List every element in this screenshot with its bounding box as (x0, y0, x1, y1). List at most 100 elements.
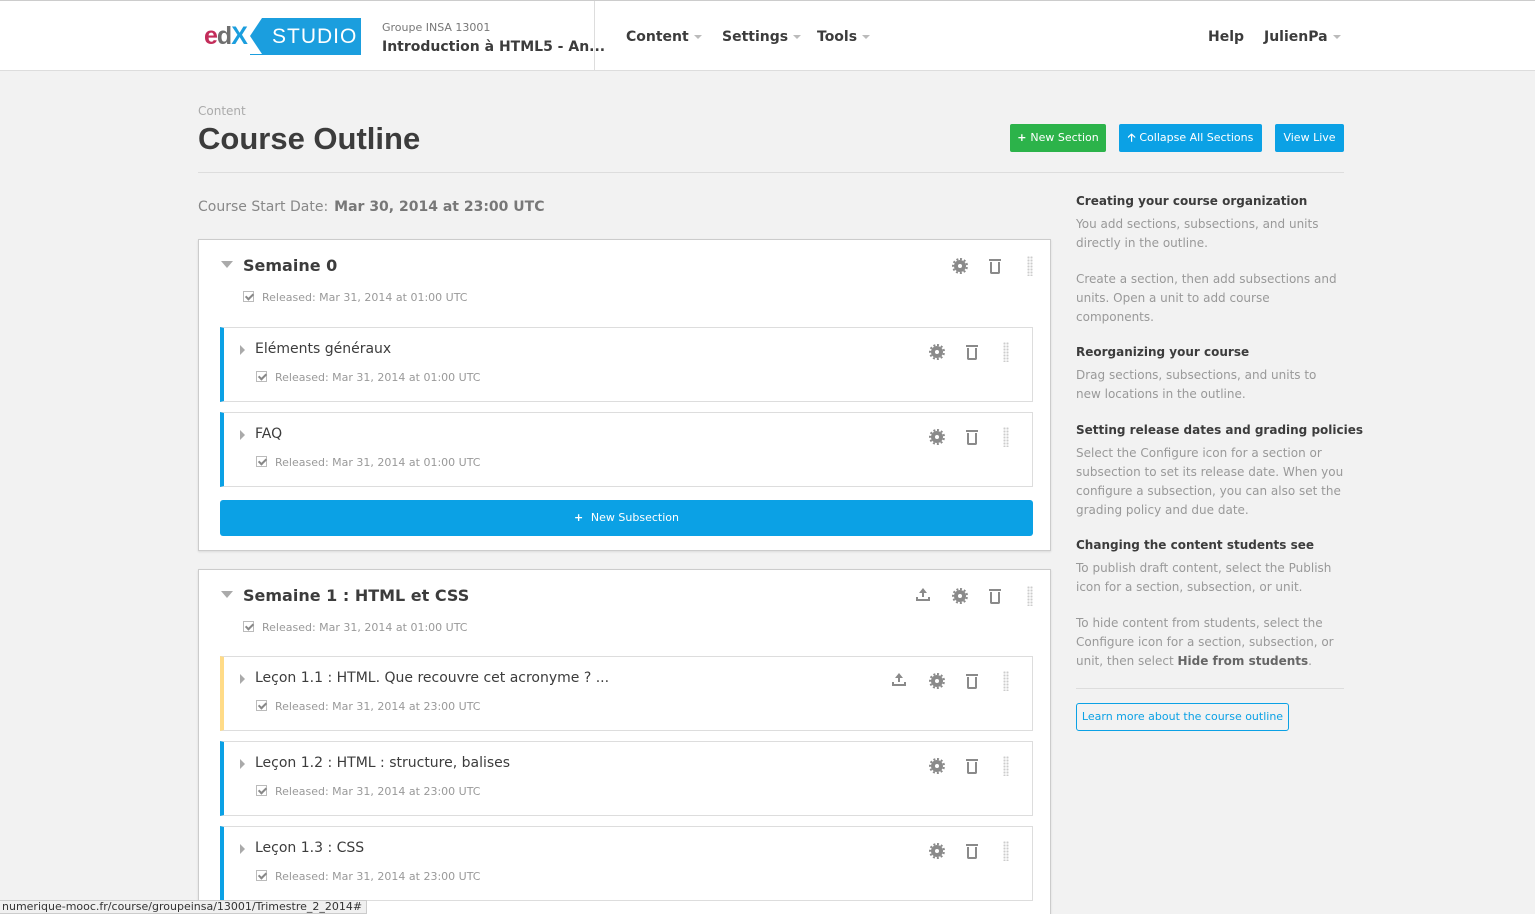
page-title: Course Outline (198, 121, 421, 156)
checkbox-icon (256, 456, 267, 467)
title-divider (198, 172, 1344, 173)
subsection-status: Released: Mar 31, 2014 at 23:00 UTC (256, 700, 480, 713)
subsection-faq: FAQ Released: Mar 31, 2014 at 01:00 UTC (220, 412, 1033, 487)
trash-icon[interactable] (966, 345, 978, 360)
section-title[interactable]: Semaine 1 : HTML et CSS (243, 586, 469, 605)
gear-icon[interactable] (952, 258, 968, 274)
chevron-down-icon (793, 35, 802, 39)
gear-icon[interactable] (952, 588, 968, 604)
plus-icon: + (1017, 131, 1031, 144)
nav-settings-menu[interactable]: Settings (722, 29, 802, 45)
header-divider (594, 1, 595, 71)
expand-arrow-icon[interactable] (240, 430, 245, 440)
user-menu[interactable]: JulienPa (1264, 29, 1341, 45)
section-status: Released: Mar 31, 2014 at 01:00 UTC (243, 621, 467, 634)
help-heading-content-students-see: Changing the content students see (1076, 538, 1315, 552)
drag-handle-icon[interactable] (1003, 342, 1009, 362)
collapse-arrow-icon[interactable] (221, 591, 233, 598)
publish-icon[interactable] (892, 673, 906, 687)
chevron-down-icon (862, 35, 871, 39)
checkbox-icon (256, 870, 267, 881)
release-status-text: Released: Mar 31, 2014 at 01:00 UTC (262, 621, 468, 634)
release-status-text: Released: Mar 31, 2014 at 23:00 UTC (275, 870, 481, 883)
collapse-all-button[interactable]: 🡡 Collapse All Sections (1119, 124, 1262, 152)
release-status-text: Released: Mar 31, 2014 at 01:00 UTC (275, 456, 481, 469)
new-subsection-label: New Subsection (590, 511, 679, 524)
checkbox-icon (243, 291, 254, 302)
subsection-title[interactable]: Eléments généraux (255, 341, 391, 357)
new-section-label: New Section (1030, 131, 1099, 144)
help-heading-reorganizing: Reorganizing your course (1076, 345, 1250, 359)
section-title[interactable]: Semaine 0 (243, 256, 337, 275)
view-live-button[interactable]: View Live (1275, 124, 1344, 152)
checkbox-icon (256, 785, 267, 796)
gear-icon[interactable] (929, 429, 945, 445)
section-status: Released: Mar 31, 2014 at 01:00 UTC (243, 291, 467, 304)
drag-handle-icon[interactable] (1027, 256, 1033, 276)
help-text: You add sections, subsections, and units… (1076, 217, 1319, 250)
gear-icon[interactable] (929, 843, 945, 859)
trash-icon[interactable] (966, 844, 978, 859)
help-heading-creating: Creating your course organization (1076, 194, 1308, 208)
nav-content-menu[interactable]: Content (626, 29, 702, 45)
subsection-status: Released: Mar 31, 2014 at 01:00 UTC (256, 371, 480, 384)
drag-handle-icon[interactable] (1003, 756, 1009, 776)
help-text: Select the Configure icon for a section … (1076, 446, 1344, 517)
nav-tools-menu[interactable]: Tools (817, 29, 871, 45)
subsection-lecon-1-2: Leçon 1.2 : HTML : structure, balises Re… (220, 741, 1033, 816)
help-heading-release-dates: Setting release dates and grading polici… (1076, 423, 1364, 437)
section-semaine-0: Semaine 0 Released: Mar 31, 2014 at 01:0… (198, 239, 1051, 551)
drag-handle-icon[interactable] (1003, 427, 1009, 447)
help-text-hide: To hide content from students, select th… (1076, 614, 1344, 671)
subsection-title[interactable]: Leçon 1.1 : HTML. Que recouvre cet acron… (255, 670, 609, 686)
gear-icon[interactable] (929, 673, 945, 689)
subsection-status: Released: Mar 31, 2014 at 23:00 UTC (256, 870, 480, 883)
help-text-part: . (1308, 654, 1312, 668)
new-section-button[interactable]: + New Section (1010, 124, 1106, 152)
course-org: Groupe INSA 13001 (382, 21, 491, 34)
start-date-value: Mar 30, 2014 at 23:00 UTC (334, 199, 545, 215)
help-link[interactable]: Help (1208, 29, 1244, 45)
course-title[interactable]: Introduction à HTML5 - An... (382, 39, 605, 55)
section-semaine-1: Semaine 1 : HTML et CSS Released: Mar 31… (198, 569, 1051, 914)
sidebar-divider (1076, 688, 1344, 689)
subsection-lecon-1-3: Leçon 1.3 : CSS Released: Mar 31, 2014 a… (220, 826, 1033, 901)
drag-handle-icon[interactable] (1003, 841, 1009, 861)
trash-icon[interactable] (966, 674, 978, 689)
subsection-elements-generaux: Eléments généraux Released: Mar 31, 2014… (220, 327, 1033, 402)
drag-handle-icon[interactable] (1027, 586, 1033, 606)
help-text: To publish draft content, select the Pub… (1076, 561, 1332, 594)
drag-handle-icon[interactable] (1003, 671, 1009, 691)
subsection-title[interactable]: FAQ (255, 426, 282, 442)
subsection-title[interactable]: Leçon 1.3 : CSS (255, 840, 364, 856)
new-subsection-button[interactable]: + New Subsection (220, 500, 1033, 536)
help-text: Drag sections, subsections, and units to… (1076, 368, 1317, 401)
expand-arrow-icon[interactable] (240, 674, 245, 684)
nav-content-label: Content (626, 29, 689, 45)
release-status-text: Released: Mar 31, 2014 at 01:00 UTC (262, 291, 468, 304)
subsection-status: Released: Mar 31, 2014 at 01:00 UTC (256, 456, 480, 469)
edx-logo-text: edX (204, 22, 248, 50)
studio-logo-text: STUDIO (250, 18, 361, 55)
expand-arrow-icon[interactable] (240, 345, 245, 355)
top-header: edX STUDIO Groupe INSA 13001 Introductio… (0, 0, 1535, 71)
edx-studio-logo[interactable]: edX STUDIO (204, 18, 361, 55)
course-start-date: Course Start Date: Mar 30, 2014 at 23:00 … (198, 199, 544, 215)
expand-arrow-icon[interactable] (240, 844, 245, 854)
trash-icon[interactable] (989, 259, 1001, 274)
help-text-bold: Hide from students (1177, 654, 1309, 668)
nav-settings-label: Settings (722, 29, 789, 45)
learn-more-button[interactable]: Learn more about the course outline (1076, 703, 1289, 731)
publish-icon[interactable] (916, 588, 930, 602)
trash-icon[interactable] (966, 430, 978, 445)
breadcrumb: Content (198, 104, 246, 118)
expand-arrow-icon[interactable] (240, 759, 245, 769)
subsection-title[interactable]: Leçon 1.2 : HTML : structure, balises (255, 755, 510, 771)
trash-icon[interactable] (966, 759, 978, 774)
release-status-text: Released: Mar 31, 2014 at 23:00 UTC (275, 700, 481, 713)
collapse-arrow-icon[interactable] (221, 261, 233, 268)
gear-icon[interactable] (929, 758, 945, 774)
chevron-down-icon (1332, 35, 1341, 39)
gear-icon[interactable] (929, 344, 945, 360)
trash-icon[interactable] (989, 589, 1001, 604)
